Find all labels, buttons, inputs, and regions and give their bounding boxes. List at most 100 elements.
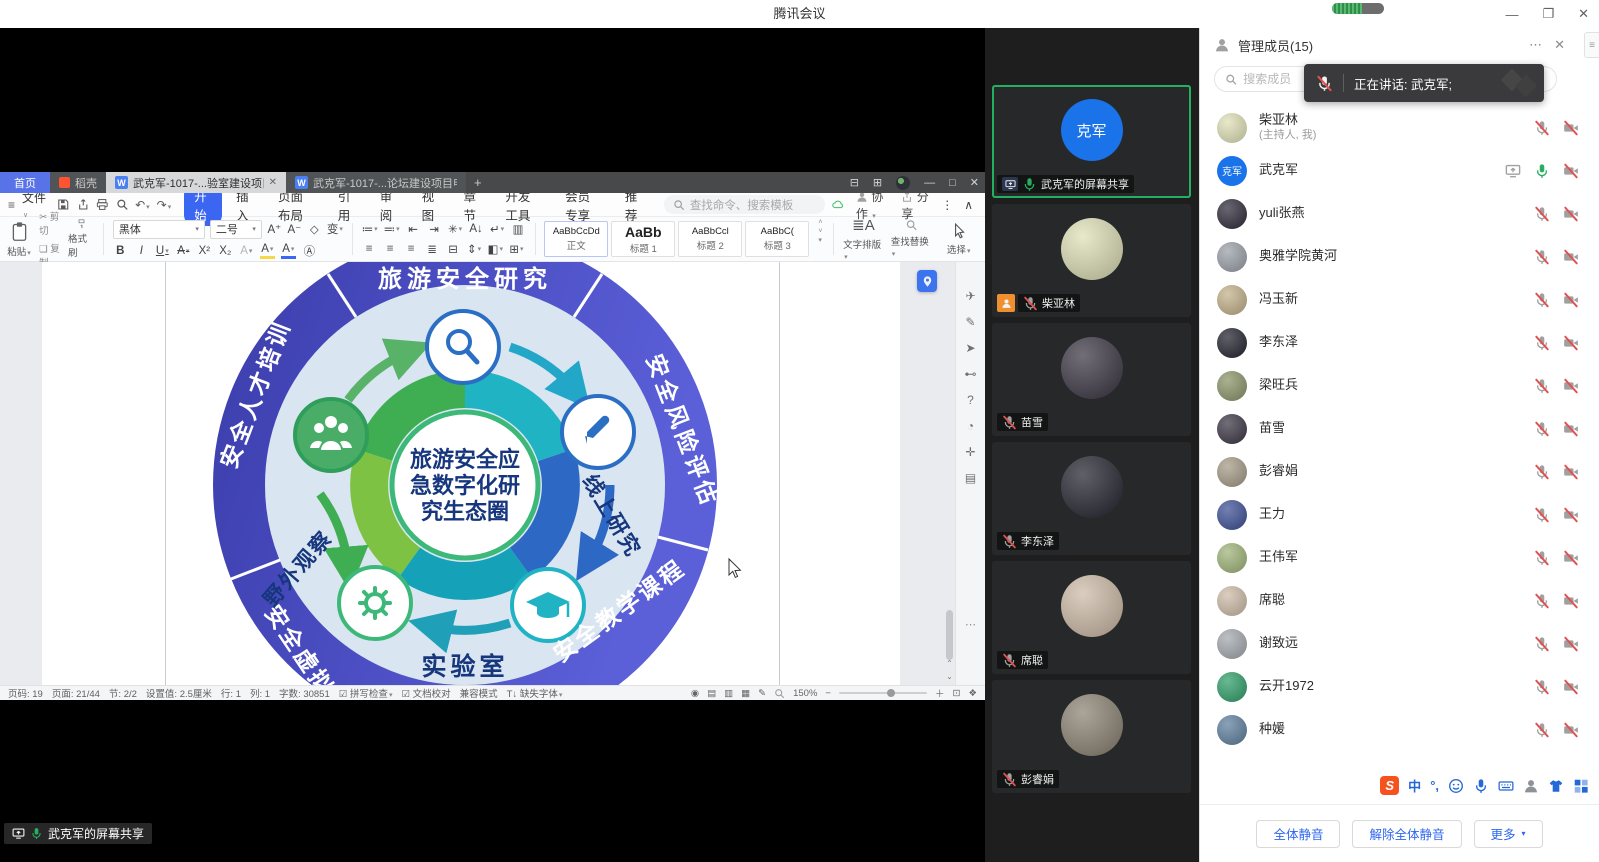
cut-button[interactable]: ✂ 剪切: [39, 209, 61, 237]
style-正文[interactable]: AaBbCcDd正文: [544, 221, 608, 257]
preview-icon[interactable]: [116, 197, 129, 212]
video-tile[interactable]: 彭睿娟: [992, 680, 1191, 793]
font-name-select[interactable]: 黑体▾: [113, 220, 205, 239]
clear-format-icon[interactable]: ◇: [307, 221, 322, 237]
member-row[interactable]: 谢致远: [1217, 622, 1579, 665]
locate-icon[interactable]: ✛: [965, 446, 975, 459]
bold-icon[interactable]: B: [113, 243, 128, 259]
justify-icon[interactable]: ≣: [425, 241, 440, 257]
align-left-icon[interactable]: ≡: [362, 241, 377, 257]
char-border-icon[interactable]: Ⓐ: [302, 243, 317, 259]
text-effect-icon[interactable]: A▾: [239, 243, 254, 259]
fit-page-icon[interactable]: ⊡: [953, 688, 961, 699]
help-icon[interactable]: ?: [967, 394, 974, 407]
member-row[interactable]: yuli张燕: [1217, 192, 1579, 235]
member-row[interactable]: 王伟军: [1217, 536, 1579, 579]
skin-person-icon[interactable]: [1523, 778, 1539, 794]
columns-icon[interactable]: ▥: [511, 221, 526, 237]
video-tile[interactable]: 席聪: [992, 561, 1191, 674]
sogou-logo[interactable]: S: [1380, 776, 1399, 795]
member-row[interactable]: 奥雅学院黄河: [1217, 235, 1579, 278]
text-layout-button[interactable]: ≣A 文字排版▾: [843, 219, 884, 259]
toolbox-icon[interactable]: [1573, 778, 1589, 794]
spell-check-toggle[interactable]: ☑ 拼写检查▾: [339, 686, 393, 700]
line-spacing-icon[interactable]: ⇕▾: [467, 241, 482, 257]
undo-icon[interactable]: ↶▾: [135, 198, 150, 212]
video-tile[interactable]: 柴亚林: [992, 204, 1191, 317]
style-标题 1[interactable]: AaBb标题 1: [611, 221, 675, 257]
tab-document-active[interactable]: W 武克军-1017-...验室建设项目申报书 ✕: [106, 172, 286, 193]
paragraph-mark-icon[interactable]: ↵▾: [490, 221, 505, 237]
more-button[interactable]: 更多▾: [1474, 820, 1543, 848]
pen-icon[interactable]: ✎: [965, 316, 975, 329]
superscript-icon[interactable]: X²: [197, 243, 212, 259]
document-area[interactable]: 旅游安全应 急数字化研 究生态圈 旅游安全研究 安全风险评估 安全教学课程 安全…: [0, 262, 985, 685]
member-row[interactable]: 冯玉新: [1217, 278, 1579, 321]
select-button[interactable]: 选择▾: [938, 219, 979, 259]
shading-icon[interactable]: ◧▾: [488, 241, 503, 257]
account-avatar[interactable]: [896, 176, 910, 190]
italic-icon[interactable]: I: [134, 243, 149, 259]
missing-font-button[interactable]: T↓ 缺失字体▾: [507, 686, 563, 700]
style-标题 2[interactable]: AaBbCcl标题 2: [678, 221, 742, 257]
ruler-icon[interactable]: ⊷: [965, 368, 977, 381]
cloud-sync-icon[interactable]: [832, 198, 844, 211]
underline-icon[interactable]: U▾: [155, 243, 170, 259]
font-color-icon[interactable]: A▾: [281, 243, 296, 259]
document-scrollbar[interactable]: ⌃⌄: [945, 262, 954, 685]
video-tile[interactable]: 李东泽: [992, 442, 1191, 555]
font-size-select[interactable]: 二号▾: [210, 220, 262, 239]
zoom-slider[interactable]: [839, 692, 927, 694]
proofread-toggle[interactable]: ☑ 文档校对: [401, 686, 450, 700]
member-row[interactable]: 柴亚林(主持人, 我): [1217, 106, 1579, 149]
edit-view-icon[interactable]: ✎: [758, 688, 766, 699]
voice-input-icon[interactable]: [1473, 778, 1489, 794]
tab-docer[interactable]: 稻壳: [50, 172, 106, 193]
zoom-slider-thumb[interactable]: [887, 689, 895, 697]
print-icon[interactable]: [96, 197, 109, 212]
bookmark-pin-button[interactable]: [917, 270, 937, 292]
export-icon[interactable]: [77, 197, 90, 212]
member-row[interactable]: 梁旺兵: [1217, 364, 1579, 407]
number-list-icon[interactable]: ≕▾: [384, 221, 400, 237]
tab-close-icon[interactable]: ✕: [269, 177, 277, 188]
maximize-button[interactable]: ❐: [1542, 6, 1554, 22]
new-tab-button[interactable]: +: [466, 172, 490, 193]
history-icon[interactable]: ◔: [967, 420, 974, 433]
highlight-icon[interactable]: A▾: [260, 243, 275, 259]
view-mode-icon[interactable]: ▤: [707, 688, 716, 699]
grid-apps-icon[interactable]: ⊞: [873, 176, 882, 189]
sort-icon[interactable]: A↓: [469, 221, 484, 237]
format-painter-button[interactable]: 格式刷: [68, 219, 94, 259]
asian-layout-icon[interactable]: ✳▾: [448, 221, 463, 237]
view-mode-icon[interactable]: ▥: [724, 688, 733, 699]
skin-shirt-icon[interactable]: [1548, 778, 1564, 794]
minimize-button[interactable]: —: [1505, 7, 1518, 22]
wps-minimize-button[interactable]: —: [924, 177, 935, 189]
ime-punct-mode[interactable]: °,: [1430, 778, 1439, 793]
cursor-tool-icon[interactable]: ➤: [965, 342, 975, 355]
tab-document-2[interactable]: W 武克军-1017-...论坛建设项目申报书: [286, 172, 466, 193]
panel-more-button[interactable]: ⋯: [1529, 37, 1542, 53]
integration-icon[interactable]: ⊟: [850, 176, 859, 189]
panel-close-button[interactable]: ✕: [1554, 37, 1565, 53]
panel-edge-handle[interactable]: ≡: [1584, 32, 1599, 58]
member-row[interactable]: 彭睿娟: [1217, 450, 1579, 493]
view-mode-icon[interactable]: ▦: [741, 688, 750, 699]
style-gallery-arrows[interactable]: ˄˅▾: [816, 219, 824, 259]
layout-icon[interactable]: ▤: [965, 472, 976, 485]
zoom-lens-icon[interactable]: [774, 688, 785, 699]
ime-lang-mode[interactable]: 中: [1408, 776, 1421, 795]
launch-icon[interactable]: ✈: [965, 290, 975, 303]
command-search[interactable]: 查找命令、搜索模板: [664, 195, 826, 214]
zoom-in-button[interactable]: ＋: [935, 686, 945, 700]
scrollbar-thumb[interactable]: [946, 610, 953, 660]
subscript-icon[interactable]: X₂: [218, 243, 233, 259]
align-center-icon[interactable]: ≡: [383, 241, 398, 257]
tab-home[interactable]: 首页: [0, 172, 50, 193]
unmute-all-button[interactable]: 解除全体静音: [1352, 820, 1461, 848]
decrease-indent-icon[interactable]: ⇤: [406, 221, 421, 237]
find-replace-button[interactable]: 查找替换▾: [891, 219, 932, 259]
wps-close-button[interactable]: ✕: [970, 176, 979, 189]
member-row[interactable]: 李东泽: [1217, 321, 1579, 364]
